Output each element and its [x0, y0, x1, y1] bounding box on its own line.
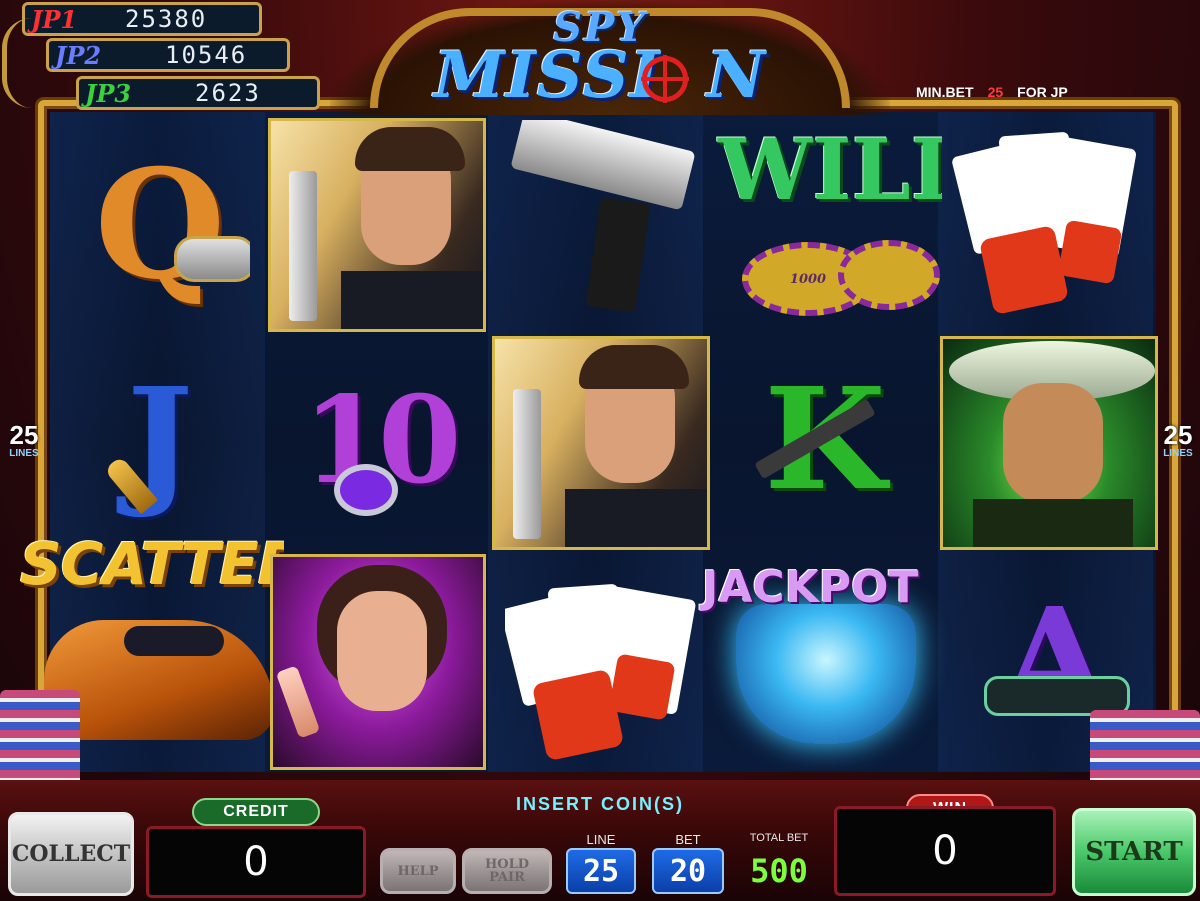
credit-label: CREDIT [192, 798, 320, 826]
symbol-k-gun: K [750, 360, 900, 520]
hold-pair-button[interactable]: HOLD PAIR [462, 848, 552, 894]
line-button[interactable]: 25 [566, 848, 636, 894]
min-bet-suffix: FOR JP [1017, 84, 1068, 100]
crosshair-icon [641, 55, 689, 103]
symbol-cards-dice-2 [505, 570, 705, 760]
ornament-icon [2, 18, 47, 108]
agent-suit-2 [565, 489, 707, 547]
min-bet-info: MIN.BET 25 FOR JP [916, 84, 1068, 100]
symbol-jackpot-diamond: JACKPOT [696, 554, 962, 770]
villain-face [1003, 383, 1103, 503]
jackpot-meter-3: JP3 2623 [76, 76, 320, 110]
dice-icon-4 [608, 653, 676, 721]
symbol-agent-man-2 [492, 336, 710, 550]
win-display: 0 [834, 806, 1056, 896]
agent-hair-2 [579, 345, 689, 389]
symbol-10-ring: 10 [298, 360, 458, 520]
total-bet-value: 500 [750, 852, 808, 890]
symbol-q-watch: Q [70, 140, 250, 310]
jackpot-value-2: 10546 [165, 41, 248, 69]
pistol-grip [585, 197, 651, 313]
pistol-slide [510, 120, 695, 211]
pistol-icon-2 [513, 389, 541, 539]
slot-machine-screen: SPY MISSI N JP1 25380 JP2 10546 JP3 2623 … [0, 0, 1200, 901]
total-bet-label: TOTAL BET [749, 832, 809, 844]
agent-hair [355, 127, 465, 171]
lines-badge-right-label: LINES [1163, 448, 1193, 459]
villain-coat [973, 499, 1133, 547]
watch-icon [174, 236, 250, 282]
symbol-q-letter: Q [94, 140, 226, 310]
dice-icon-3 [531, 668, 625, 760]
scatter-text: SCATTER [20, 530, 284, 598]
symbol-j-bullet: J [90, 360, 230, 520]
diamond-icon [736, 604, 916, 744]
car-windshield [124, 626, 224, 656]
symbol-villain [940, 336, 1158, 550]
symbol-wild-text: WILD [718, 120, 942, 219]
bet-label: BET [675, 832, 701, 847]
min-bet-label: MIN.BET [916, 84, 974, 100]
credit-display: 0 [146, 826, 366, 898]
collect-button[interactable]: COLLECT [8, 812, 134, 896]
game-title-mission-part1: MISSI [433, 38, 661, 113]
line-label: LINE [586, 832, 616, 847]
casino-chip-icon-2 [838, 240, 940, 310]
jackpot-value-1: 25380 [125, 5, 208, 33]
lipstick-icon [275, 665, 321, 739]
dice-icon [978, 224, 1070, 316]
jackpot-label-2: JP2 [55, 40, 102, 70]
symbol-wild: WILD 1000 [712, 118, 942, 318]
symbol-cards-dice-1 [952, 128, 1152, 318]
lines-badge-left-label: LINES [9, 448, 39, 459]
symbol-pistol [505, 120, 695, 320]
min-bet-value: 25 [987, 84, 1004, 100]
jackpot-meter-2: JP2 10546 [46, 38, 290, 72]
game-title-mission-part2: N [706, 38, 767, 113]
pistol-icon [289, 171, 317, 321]
start-button[interactable]: START [1072, 808, 1196, 896]
symbol-agent-woman [270, 554, 486, 770]
dice-icon-2 [1057, 219, 1123, 285]
jackpot-value-3: 2623 [195, 79, 261, 107]
bet-button[interactable]: 20 [652, 848, 724, 894]
agent-suit [341, 271, 483, 329]
woman-face [337, 591, 427, 711]
symbol-agent-man-1 [268, 118, 486, 332]
insert-coin-text: INSERT COIN(S) [515, 794, 684, 814]
lines-badge-right-value: 25 [1163, 420, 1193, 450]
lines-badge-left: 25 LINES [0, 422, 48, 459]
lines-badge-left-value: 25 [9, 420, 39, 450]
help-button[interactable]: HELP [380, 848, 456, 894]
jackpot-text: JACKPOT [702, 562, 919, 613]
jackpot-meter-1: JP1 25380 [22, 2, 262, 36]
game-title-mission: MISSI N [420, 38, 780, 113]
jackpot-label-3: JP3 [85, 78, 132, 108]
ring-icon [334, 464, 398, 516]
lines-badge-right: 25 LINES [1154, 422, 1200, 459]
chip-value: 1000 [789, 271, 827, 287]
